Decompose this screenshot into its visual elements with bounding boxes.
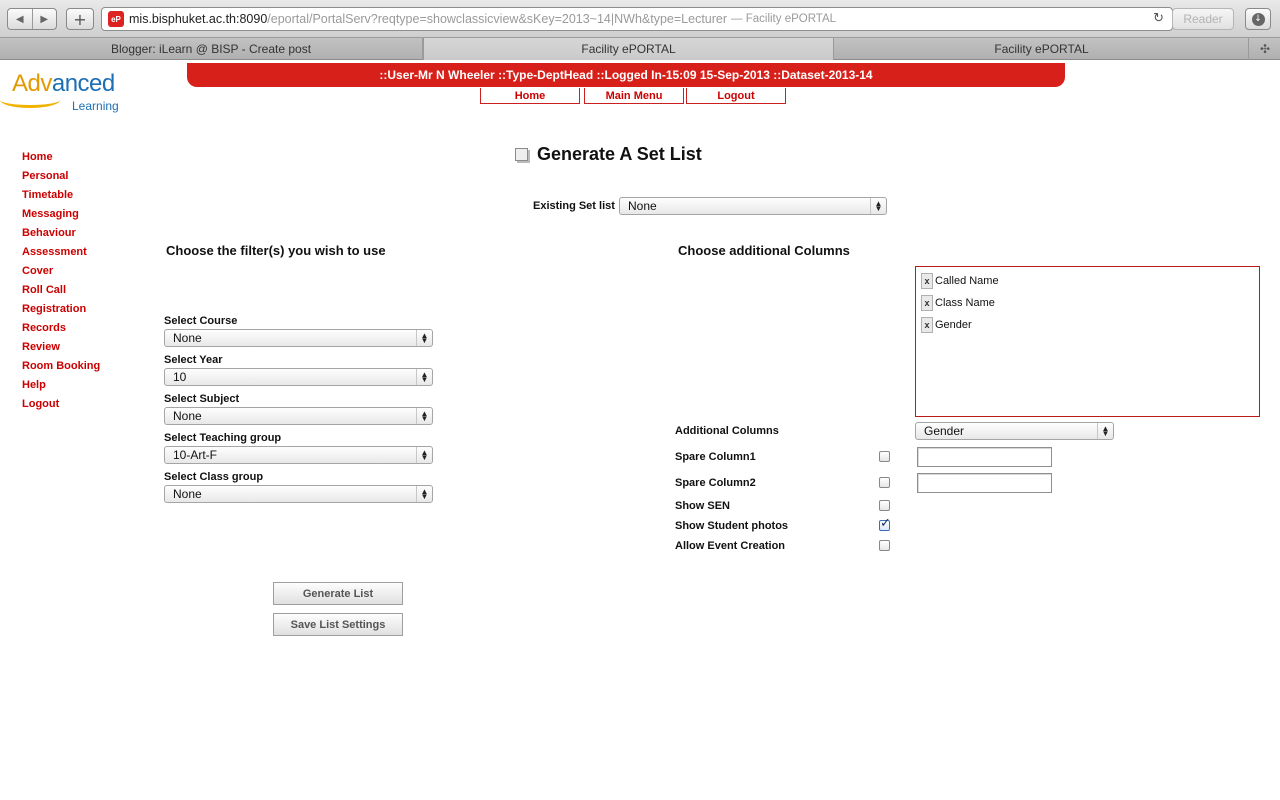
remove-column-icon[interactable]: x <box>921 317 933 333</box>
show-student-photos-label: Show Student photos <box>675 520 789 532</box>
url-host: mis.bisphuket.ac.th:8090 <box>129 12 268 26</box>
select-course[interactable]: None ▲ ▼ <box>164 329 433 347</box>
sidebar-item-review[interactable]: Review <box>22 340 100 359</box>
selected-columns-list: x Called Name x Class Name x Gender <box>915 266 1260 417</box>
download-icon: ↓ <box>1251 12 1265 26</box>
spare-column2-label: Spare Column2 <box>675 477 756 489</box>
additional-columns-label: Additional Columns <box>675 425 779 437</box>
favicon-icon: eP <box>108 11 124 27</box>
sidebar-item-timetable[interactable]: Timetable <box>22 188 100 207</box>
show-sen-label: Show SEN <box>675 500 731 512</box>
sidebar-item-behaviour[interactable]: Behaviour <box>22 226 100 245</box>
sidebar-item-logout[interactable]: Logout <box>22 397 100 416</box>
select-arrows-icon: ▲ ▼ <box>1097 423 1113 439</box>
back-forward-buttons: ◀ ▶ <box>7 8 57 30</box>
sidebar-menu: Home Personal Timetable Messaging Behavi… <box>22 150 100 416</box>
browser-toolbar: ◀ ▶ + eP mis.bisphuket.ac.th:8090/eporta… <box>0 0 1280 38</box>
advanced-learning-logo: Advanced Learning <box>0 70 125 120</box>
select-class-group-label: Select Class group <box>164 471 264 483</box>
address-bar[interactable]: eP mis.bisphuket.ac.th:8090/eportal/Port… <box>101 7 1173 31</box>
generate-list-button[interactable]: Generate List <box>273 582 403 605</box>
sidebar-item-records[interactable]: Records <box>22 321 100 340</box>
existing-set-list-select[interactable]: None ▲ ▼ <box>619 197 887 215</box>
url-path: /eportal/PortalServ?reqtype=showclassicv… <box>267 12 728 26</box>
additional-columns-select[interactable]: Gender ▲ ▼ <box>915 422 1114 440</box>
select-arrows-icon: ▲ ▼ <box>416 486 432 502</box>
filters-heading: Choose the filter(s) you wish to use <box>166 243 386 258</box>
logo-subtitle: Learning <box>72 99 119 113</box>
tab-facility-eportal[interactable]: Facility ePORTAL <box>835 38 1249 60</box>
column-item-class-name: x Class Name <box>921 294 995 312</box>
columns-heading: Choose additional Columns <box>678 243 850 258</box>
spare-column1-label: Spare Column1 <box>675 451 756 463</box>
reader-button[interactable]: Reader <box>1172 8 1234 30</box>
page-content: Advanced Learning ::User-Mr N Wheeler ::… <box>0 60 1280 800</box>
sidebar-item-home[interactable]: Home <box>22 150 100 169</box>
allow-event-creation-checkbox[interactable] <box>879 540 890 551</box>
sidebar-item-cover[interactable]: Cover <box>22 264 100 283</box>
downloads-button[interactable]: ↓ <box>1245 8 1271 30</box>
select-arrows-icon: ▲ ▼ <box>416 408 432 424</box>
page-title: Generate A Set List <box>537 144 702 164</box>
sidebar-item-personal[interactable]: Personal <box>22 169 100 188</box>
sidebar-item-room-booking[interactable]: Room Booking <box>22 359 100 378</box>
url-page-title: — Facility ePORTAL <box>731 13 837 25</box>
sidebar-item-roll-call[interactable]: Roll Call <box>22 283 100 302</box>
select-arrows-icon: ▲ ▼ <box>416 330 432 346</box>
back-icon[interactable]: ◀ <box>8 9 33 29</box>
select-year-label: Select Year <box>164 354 223 366</box>
select-teaching-group[interactable]: 10-Art-F ▲ ▼ <box>164 446 433 464</box>
sidebar-item-help[interactable]: Help <box>22 378 100 397</box>
spare-column2-input[interactable] <box>917 473 1052 493</box>
column-item-gender: x Gender <box>921 316 972 334</box>
allow-event-creation-label: Allow Event Creation <box>675 540 786 552</box>
tab-facility-eportal-active[interactable]: Facility ePORTAL <box>423 38 834 60</box>
user-status-text: ::User-Mr N Wheeler ::Type-DeptHead ::Lo… <box>379 68 873 82</box>
select-class-group[interactable]: None ▲ ▼ <box>164 485 433 503</box>
existing-set-list-label: Existing Set list <box>533 200 615 212</box>
select-course-label: Select Course <box>164 315 238 327</box>
remove-column-icon[interactable]: x <box>921 295 933 311</box>
spare-column1-checkbox[interactable] <box>879 451 890 462</box>
tab-bar: Blogger: iLearn @ BISP - Create post Fac… <box>0 38 1280 60</box>
spare-column1-input[interactable] <box>917 447 1052 467</box>
top-nav-logout[interactable]: Logout <box>686 88 786 104</box>
new-tab-button[interactable]: + <box>66 8 94 30</box>
show-sen-checkbox[interactable] <box>879 500 890 511</box>
select-subject[interactable]: None ▲ ▼ <box>164 407 433 425</box>
sidebar-item-assessment[interactable]: Assessment <box>22 245 100 264</box>
list-icon <box>515 148 528 161</box>
select-year[interactable]: 10 ▲ ▼ <box>164 368 433 386</box>
select-arrows-icon: ▲ ▼ <box>416 447 432 463</box>
logo-text: Advanced <box>12 70 115 97</box>
reload-icon[interactable]: ↻ <box>1153 11 1164 26</box>
show-student-photos-checkbox[interactable] <box>879 516 891 531</box>
user-status-bar: ::User-Mr N Wheeler ::Type-DeptHead ::Lo… <box>187 63 1065 87</box>
tab-blogger[interactable]: Blogger: iLearn @ BISP - Create post <box>0 38 423 60</box>
top-nav-home[interactable]: Home <box>480 88 580 104</box>
select-subject-label: Select Subject <box>164 393 240 405</box>
select-arrows-icon: ▲ ▼ <box>870 198 886 214</box>
select-arrows-icon: ▲ ▼ <box>416 369 432 385</box>
add-tab-icon[interactable]: ✣ <box>1250 38 1280 60</box>
select-teaching-group-label: Select Teaching group <box>164 432 282 444</box>
save-list-settings-button[interactable]: Save List Settings <box>273 613 403 636</box>
forward-icon[interactable]: ▶ <box>33 9 57 29</box>
top-nav-main-menu[interactable]: Main Menu <box>584 88 684 104</box>
sidebar-item-messaging[interactable]: Messaging <box>22 207 100 226</box>
remove-column-icon[interactable]: x <box>921 273 933 289</box>
spare-column2-checkbox[interactable] <box>879 477 890 488</box>
column-item-called-name: x Called Name <box>921 272 999 290</box>
sidebar-item-registration[interactable]: Registration <box>22 302 100 321</box>
